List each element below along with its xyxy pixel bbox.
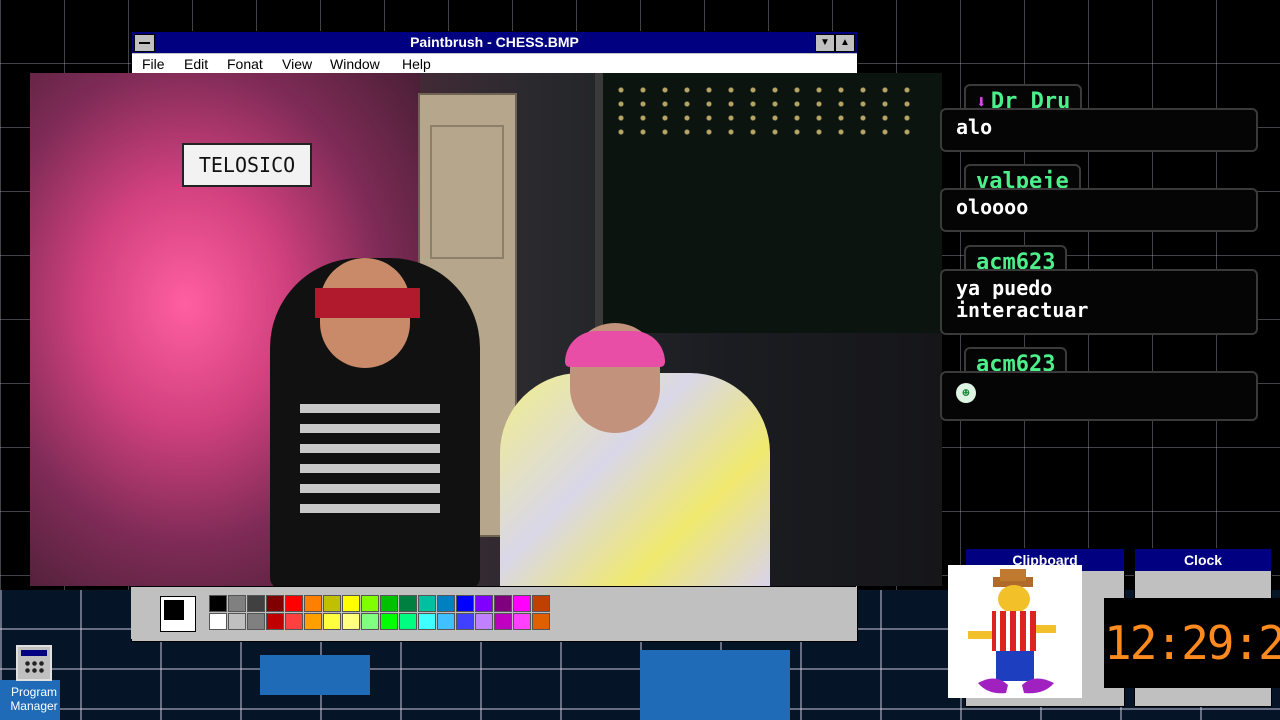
color-swatch[interactable] [228, 595, 246, 612]
pink-cap [565, 331, 665, 367]
color-swatch[interactable] [513, 595, 531, 612]
skeleton-print [300, 403, 440, 513]
color-palette [131, 586, 856, 639]
system-menu-button[interactable] [134, 34, 155, 52]
floor-tile [260, 655, 370, 695]
color-swatch[interactable] [532, 613, 550, 630]
color-swatch[interactable] [342, 595, 360, 612]
color-swatch[interactable] [475, 613, 493, 630]
menu-view[interactable]: View [282, 56, 312, 72]
cowboy-character-image [948, 565, 1082, 698]
color-swatch[interactable] [380, 595, 398, 612]
color-swatch[interactable] [532, 595, 550, 612]
color-swatch[interactable] [209, 613, 227, 630]
color-swatch[interactable] [247, 613, 265, 630]
menu-window[interactable]: Window [330, 56, 380, 72]
color-swatch[interactable] [475, 595, 493, 612]
chat-message: alo [940, 108, 1258, 152]
current-colors[interactable] [160, 596, 196, 632]
chat-message: ya puedo interactuar [940, 269, 1258, 335]
menu-font[interactable]: Fonat [227, 56, 263, 72]
color-swatch[interactable] [437, 613, 455, 630]
color-swatch[interactable] [418, 613, 436, 630]
title-bar[interactable]: Paintbrush - CHESS.BMP ▼ ▲ [132, 32, 857, 53]
menu-bar: File Edit Fonat View Window Help [132, 54, 857, 75]
chat-message: oloooo [940, 188, 1258, 232]
color-swatch[interactable] [266, 595, 284, 612]
webcam-image: TELOSICO [30, 73, 942, 586]
minimize-button[interactable]: ▼ [815, 34, 835, 52]
color-swatch[interactable] [228, 613, 246, 630]
program-manager-shortcut[interactable]: Program Manager [6, 645, 62, 713]
foreground-color [164, 600, 184, 620]
color-swatch[interactable] [494, 595, 512, 612]
street-sign: TELOSICO [182, 143, 312, 187]
color-swatch[interactable] [247, 595, 265, 612]
color-swatch[interactable] [361, 595, 379, 612]
color-swatch[interactable] [323, 613, 341, 630]
menu-help[interactable]: Help [402, 56, 431, 72]
color-swatch[interactable] [494, 613, 512, 630]
menu-file[interactable]: File [142, 56, 165, 72]
string-lights [610, 83, 910, 143]
color-swatch[interactable] [342, 613, 360, 630]
color-swatch[interactable] [418, 595, 436, 612]
digital-clock: 12:29:29 [1104, 598, 1280, 688]
floor-tile [640, 650, 790, 720]
program-manager-icon [16, 645, 52, 681]
color-swatch[interactable] [437, 595, 455, 612]
maximize-button[interactable]: ▲ [835, 34, 855, 52]
menu-edit[interactable]: Edit [184, 56, 208, 72]
color-swatch[interactable] [399, 613, 417, 630]
color-swatch[interactable] [323, 595, 341, 612]
color-swatch[interactable] [456, 595, 474, 612]
red-bandana [315, 288, 420, 318]
color-swatch[interactable] [361, 613, 379, 630]
palette-swatches [209, 595, 550, 630]
color-swatch[interactable] [456, 613, 474, 630]
color-swatch[interactable] [513, 613, 531, 630]
window-title: Paintbrush - CHESS.BMP [410, 34, 579, 50]
color-swatch[interactable] [304, 595, 322, 612]
program-manager-label: Program Manager [10, 685, 58, 713]
color-swatch[interactable] [266, 613, 284, 630]
color-swatch[interactable] [399, 595, 417, 612]
color-swatch[interactable] [285, 595, 303, 612]
chat-message: ☻ [940, 371, 1258, 421]
color-swatch[interactable] [285, 613, 303, 630]
clock-title[interactable]: Clock [1135, 549, 1271, 571]
color-swatch[interactable] [380, 613, 398, 630]
color-swatch[interactable] [304, 613, 322, 630]
color-swatch[interactable] [209, 595, 227, 612]
emote-icon: ☻ [956, 383, 976, 403]
